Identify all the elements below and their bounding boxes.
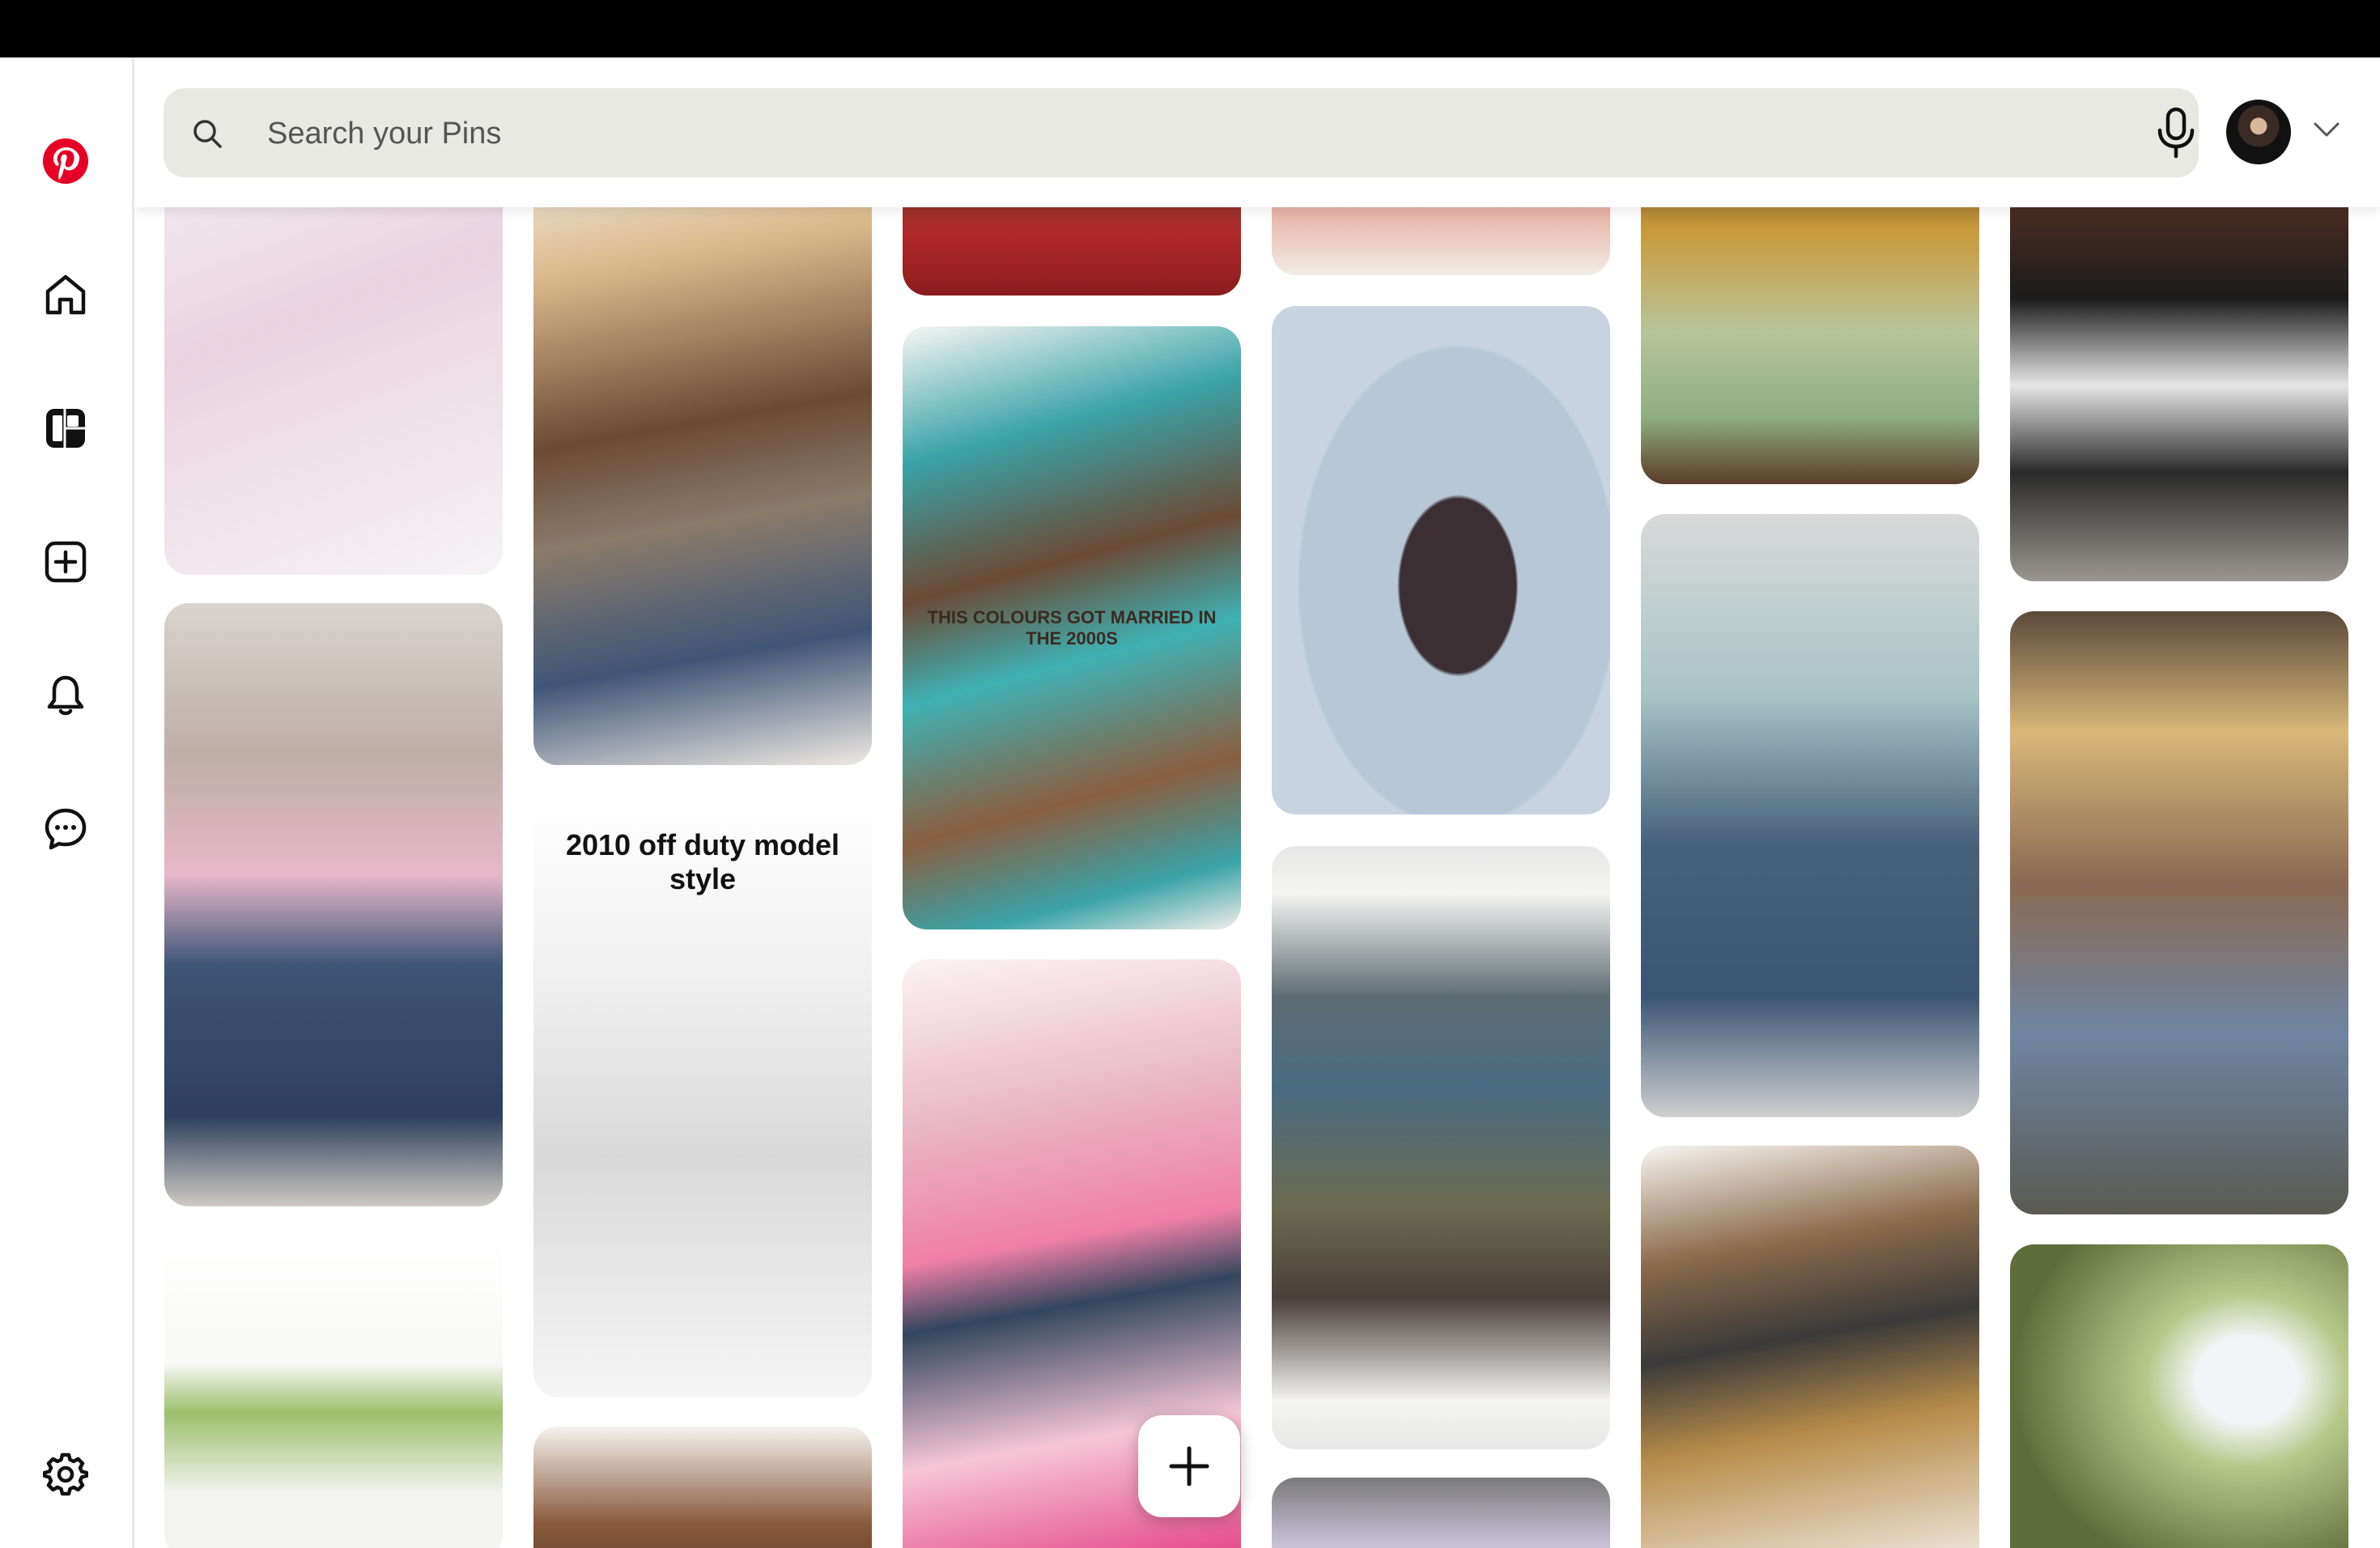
pin-card[interactable]	[164, 603, 503, 1206]
chevron-down-icon[interactable]	[2312, 121, 2341, 138]
search-icon	[193, 120, 222, 148]
chat-icon[interactable]	[37, 801, 94, 857]
search-input[interactable]	[266, 88, 2050, 179]
header	[134, 57, 2380, 207]
pin-card[interactable]	[533, 1427, 872, 1548]
microphone-icon[interactable]	[2153, 106, 2199, 159]
sidebar	[0, 57, 134, 1548]
pin-card[interactable]	[1641, 514, 1979, 1117]
home-icon[interactable]	[37, 266, 94, 323]
pin-card[interactable]: THIS COLOURS GOT MARRIED IN THE 2000S	[903, 326, 1241, 929]
pin-card[interactable]	[164, 146, 503, 575]
boards-icon[interactable]	[37, 400, 94, 457]
avatar[interactable]	[2226, 100, 2291, 164]
add-pin-button[interactable]	[1138, 1415, 1240, 1517]
pin-card[interactable]	[2010, 611, 2348, 1214]
search-bar[interactable]	[164, 88, 2199, 179]
pin-card[interactable]	[1272, 846, 1610, 1449]
bell-icon[interactable]	[37, 667, 94, 724]
pin-grid: 2010 off duty model style THIS COLOURS G…	[0, 0, 2380, 1548]
pin-title: THIS COLOURS GOT MARRIED IN THE 2000S	[927, 606, 1217, 649]
pin-card[interactable]	[2010, 1244, 2348, 1548]
pinterest-logo-icon[interactable]	[37, 133, 94, 189]
pin-card[interactable]	[164, 1235, 503, 1548]
pin-card[interactable]	[1272, 1478, 1610, 1548]
pin-title: 2010 off duty model style	[565, 828, 840, 895]
plus-icon	[1169, 1446, 1209, 1486]
pin-card[interactable]	[2010, 146, 2348, 581]
pin-card[interactable]	[1272, 306, 1610, 814]
pin-card[interactable]: 2010 off duty model style	[533, 796, 872, 1397]
pin-card[interactable]	[1641, 1146, 1979, 1548]
gear-icon[interactable]	[37, 1445, 94, 1502]
create-plus-icon[interactable]	[37, 534, 94, 590]
pin-card[interactable]	[533, 146, 872, 765]
